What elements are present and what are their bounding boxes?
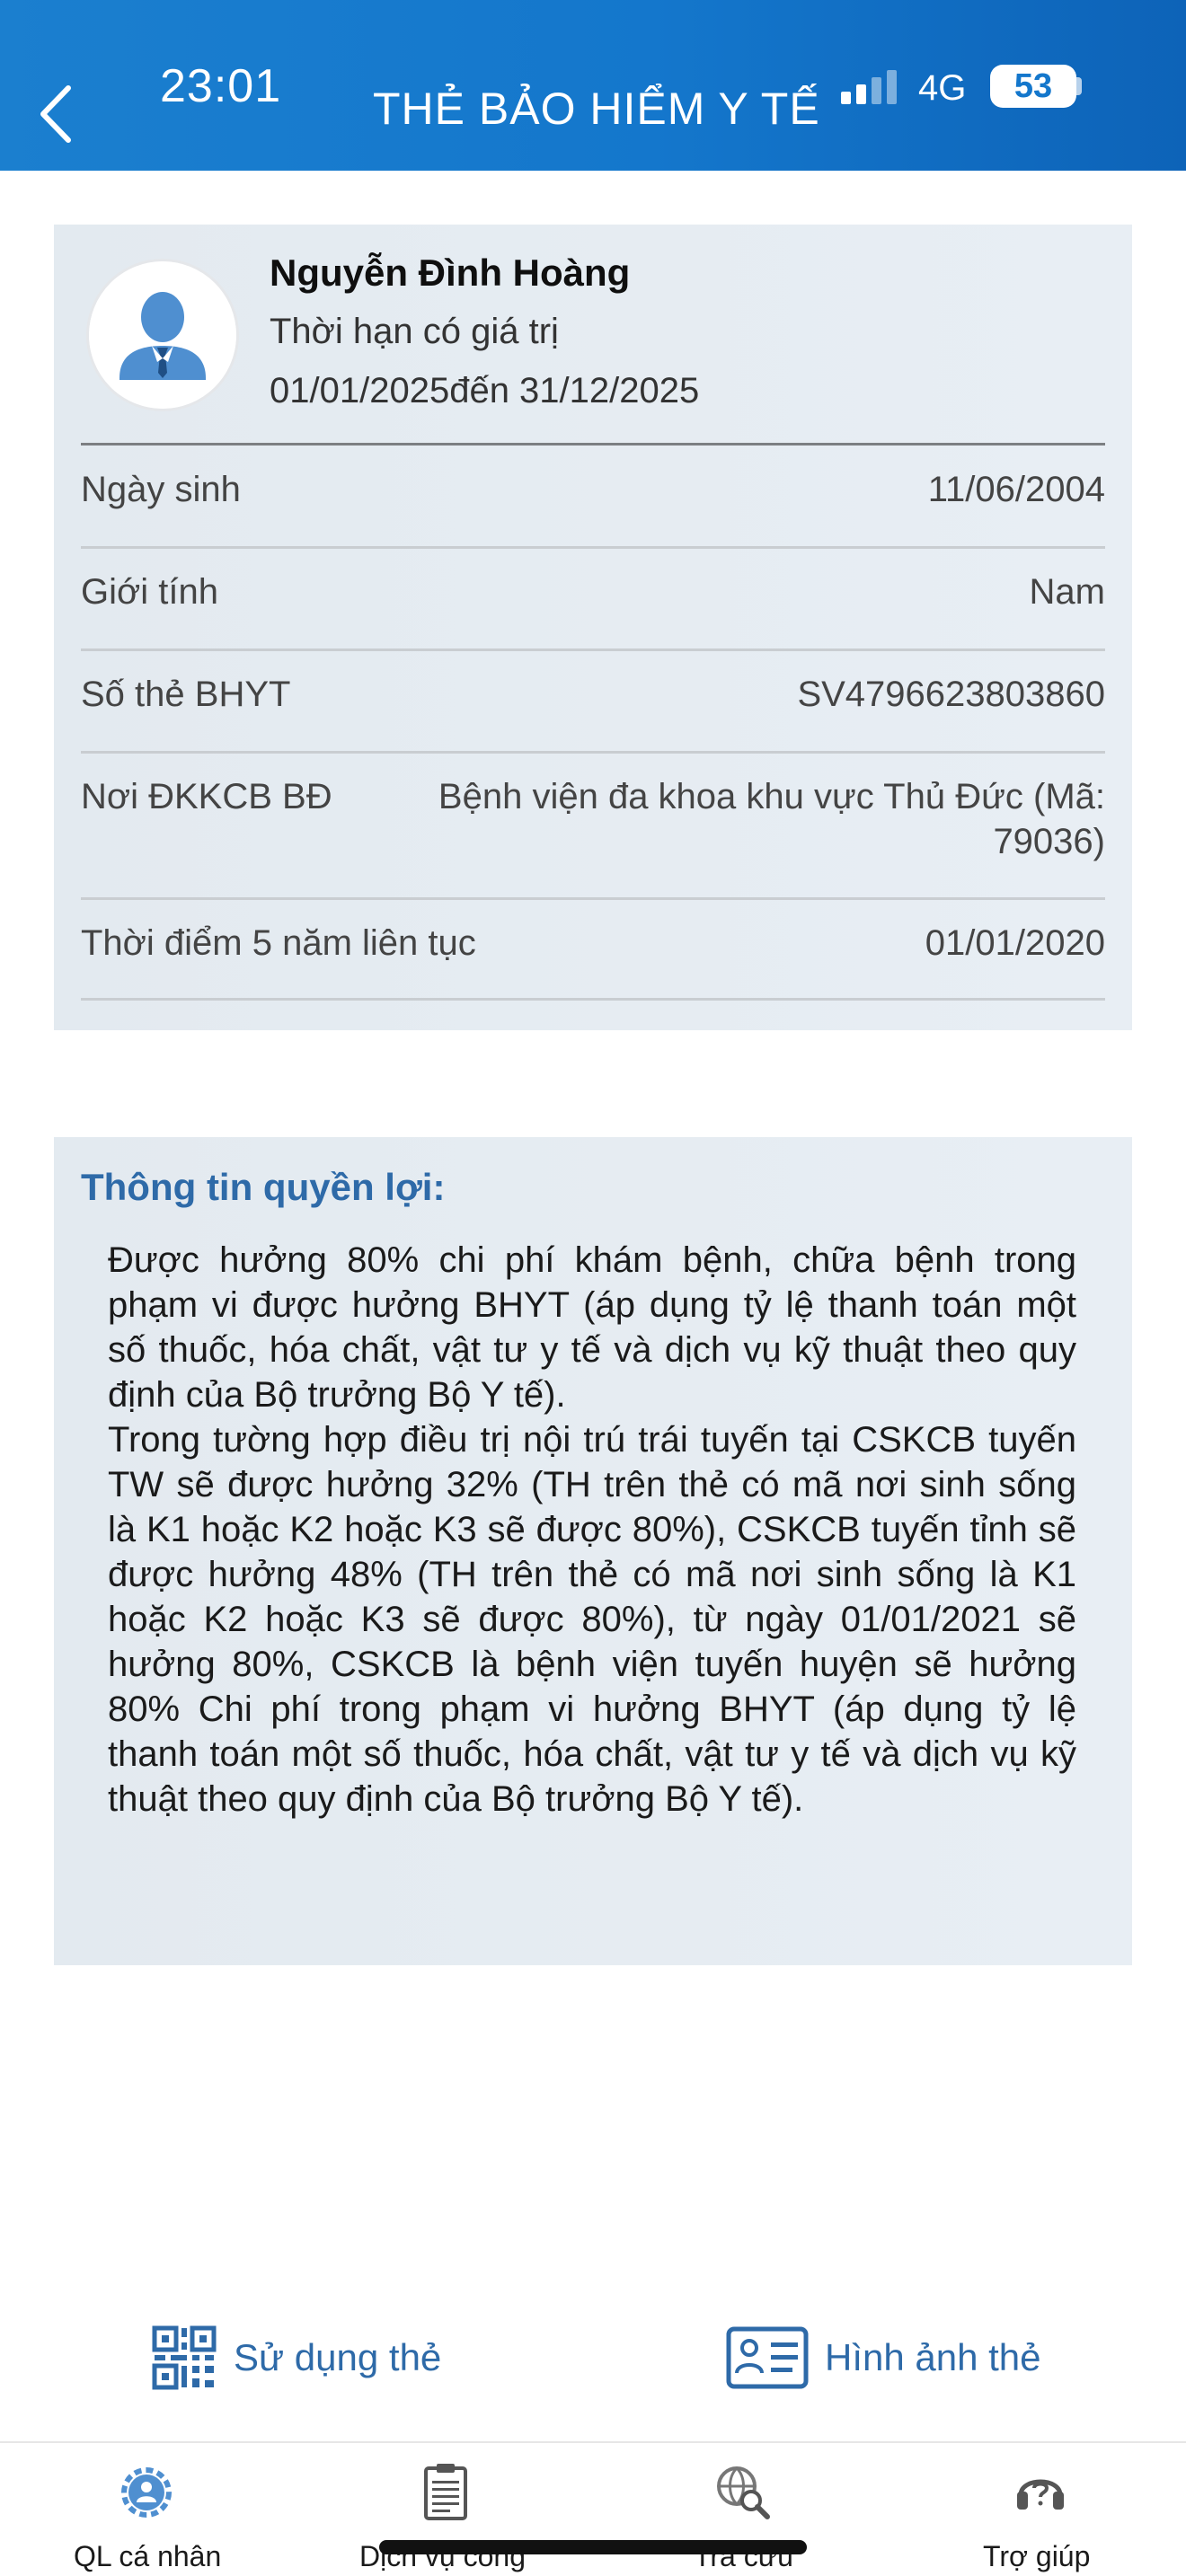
- nav-item-public-services[interactable]: Dịch vụ công: [350, 2443, 539, 2576]
- use-card-button[interactable]: Sử dụng thẻ: [151, 2322, 441, 2394]
- row-value: 11/06/2004: [927, 470, 1105, 509]
- globe-search-icon: [717, 2466, 770, 2519]
- row-divider: [81, 751, 1105, 754]
- id-card-icon: [726, 2326, 809, 2389]
- home-indicator: [379, 2540, 807, 2554]
- nav-item-lookup[interactable]: Tra cứu: [683, 2443, 836, 2576]
- row-value-line2: 79036): [993, 822, 1105, 861]
- nav-label: QL cá nhân: [74, 2540, 222, 2572]
- row-divider: [81, 546, 1105, 549]
- signal-icon: [841, 70, 897, 104]
- insurance-card: Nguyễn Đình Hoàng Thời hạn có giá trị 01…: [54, 225, 1132, 1030]
- validity-label: Thời hạn có giá trị: [270, 312, 559, 351]
- battery-indicator: 53: [990, 65, 1076, 108]
- battery-tip: [1076, 77, 1082, 95]
- row-label: Ngày sinh: [81, 470, 241, 509]
- bottom-nav: QL cá nhân Dịch vụ công Tra cứu Trợ giúp: [0, 2441, 1186, 2576]
- nav-item-help[interactable]: Trợ giúp: [979, 2443, 1114, 2576]
- holder-name: Nguyễn Đình Hoàng: [270, 251, 631, 294]
- status-time: 23:01: [160, 60, 282, 112]
- document-icon: [424, 2464, 467, 2520]
- row-label: Nơi ĐKKCB BĐ: [81, 777, 332, 816]
- row-value: SV4796623803860: [797, 675, 1105, 714]
- benefits-paragraph-1: Được hưởng 80% chi phí khám bệnh, chữa b…: [108, 1240, 1076, 1415]
- row-divider: [81, 998, 1105, 1001]
- use-card-label: Sử dụng thẻ: [234, 2336, 442, 2378]
- nav-label: Trợ giúp: [983, 2540, 1091, 2572]
- app-header: 23:01 THẺ BẢO HIỂM Y TẾ 4G 53: [0, 0, 1186, 171]
- back-chevron-icon[interactable]: [36, 83, 75, 146]
- card-image-label: Hình ảnh thẻ: [825, 2336, 1041, 2378]
- row-label: Số thẻ BHYT: [81, 675, 291, 714]
- page-title: THẺ BẢO HIỂM Y TẾ: [373, 84, 820, 134]
- divider: [81, 443, 1105, 446]
- validity-range: 01/01/2025đến 31/12/2025: [270, 371, 700, 410]
- gear-user-icon: [121, 2467, 172, 2518]
- network-type: 4G: [918, 68, 967, 108]
- avatar: [86, 259, 239, 411]
- row-divider: [81, 897, 1105, 900]
- nav-item-personal[interactable]: QL cá nhân: [63, 2443, 234, 2576]
- qr-code-icon: [152, 2325, 217, 2390]
- row-label: Thời điểm 5 năm liên tục: [81, 923, 476, 963]
- card-image-button[interactable]: Hình ảnh thẻ: [726, 2322, 1041, 2394]
- row-value: 01/01/2020: [925, 923, 1105, 963]
- row-divider: [81, 648, 1105, 651]
- benefits-title: Thông tin quyền lợi:: [81, 1166, 446, 1208]
- benefits-panel: Thông tin quyền lợi: Được hưởng 80% chi …: [54, 1137, 1132, 1965]
- benefits-text: Được hưởng 80% chi phí khám bệnh, chữa b…: [108, 1238, 1076, 1822]
- row-value: Nam: [1029, 572, 1105, 612]
- user-avatar-icon: [89, 261, 236, 409]
- row-label: Giới tính: [81, 572, 218, 612]
- row-value-line1: Bệnh viện đa khoa khu vực Thủ Đức (Mã:: [438, 777, 1105, 816]
- headset-icon: [1017, 2479, 1064, 2510]
- benefits-paragraph-2: Trong tường hợp điều trị nội trú trái tu…: [108, 1420, 1076, 1819]
